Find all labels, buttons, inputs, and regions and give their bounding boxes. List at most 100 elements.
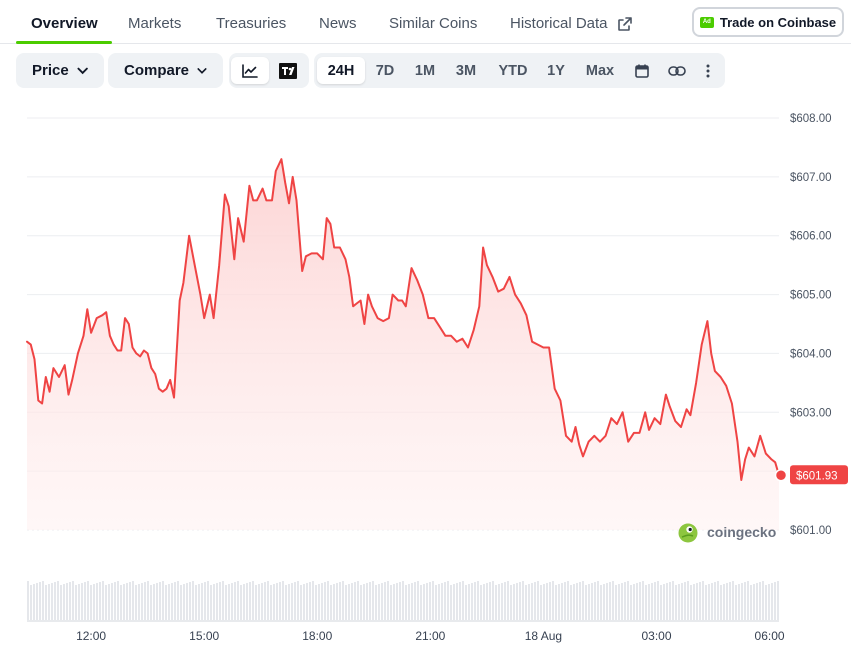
- volume-bar: [51, 583, 53, 620]
- volume-bar: [702, 581, 704, 620]
- price-point: [388, 317, 390, 319]
- price-point: [740, 479, 742, 481]
- price-point: [173, 397, 175, 399]
- volume-bar: [417, 581, 419, 620]
- price-point: [363, 323, 365, 325]
- price-point: [169, 379, 171, 381]
- volume-bar: [456, 583, 458, 620]
- price-point: [83, 335, 85, 337]
- price-point: [559, 400, 561, 402]
- volume-bar: [687, 581, 689, 620]
- volume-bar: [648, 584, 650, 620]
- volume-bar: [738, 584, 740, 620]
- price-point: [301, 270, 303, 272]
- volume-bar: [255, 585, 257, 620]
- price-point: [503, 288, 505, 290]
- price-point: [444, 335, 446, 337]
- price-chart[interactable]: $608.00 $607.00 $606.00 $605.00 $604.00 $603.…: [0, 0, 851, 648]
- volume-bar: [201, 583, 203, 620]
- volume-bar: [273, 584, 275, 620]
- price-point: [689, 414, 691, 416]
- price-point: [256, 199, 258, 201]
- price-point: [139, 355, 141, 357]
- volume-bar: [90, 585, 92, 620]
- volume-bar: [291, 583, 293, 620]
- volume-bar: [612, 581, 614, 620]
- price-point: [669, 405, 671, 407]
- volume-bar: [627, 581, 629, 620]
- volume-bar: [114, 582, 116, 620]
- volume-bar: [567, 581, 569, 620]
- y-tick-label: $604.00: [790, 348, 832, 360]
- volume-bar: [501, 583, 503, 620]
- price-point: [162, 391, 164, 393]
- volume-bar: [45, 585, 47, 620]
- volume-bar: [669, 582, 671, 620]
- volume-bar: [372, 581, 374, 620]
- volume-bar: [735, 585, 737, 620]
- price-point: [109, 335, 111, 337]
- price-point: [439, 326, 441, 328]
- volume-bar: [351, 583, 353, 620]
- volume-bar: [381, 583, 383, 620]
- volume-bar: [510, 585, 512, 620]
- volume-bar: [234, 582, 236, 620]
- volume-bar: [741, 583, 743, 620]
- volume-bar: [480, 585, 482, 620]
- price-point: [542, 347, 544, 349]
- volume-bar: [759, 582, 761, 620]
- volume-bar: [486, 583, 488, 620]
- current-price-tag: $601.93: [774, 465, 848, 485]
- volume-bar: [717, 581, 719, 620]
- volume-bar: [693, 584, 695, 620]
- volume-bar: [156, 583, 158, 620]
- volume-bar: [360, 585, 362, 620]
- volume-bar: [225, 585, 227, 620]
- volume-bar: [129, 582, 131, 620]
- volume-bar: [678, 584, 680, 620]
- price-point: [525, 314, 527, 316]
- volume-bar: [384, 582, 386, 620]
- volume-bar: [684, 582, 686, 620]
- price-point: [578, 444, 580, 446]
- volume-bar: [366, 583, 368, 620]
- price-point: [37, 400, 39, 402]
- price-point: [714, 370, 716, 372]
- volume-bar: [672, 581, 674, 620]
- price-point: [367, 294, 369, 296]
- price-point: [627, 441, 629, 443]
- price-point: [228, 205, 230, 207]
- volume-bar: [450, 585, 452, 620]
- volume-bar: [528, 584, 530, 620]
- price-point: [243, 241, 245, 243]
- volume-bar: [378, 584, 380, 620]
- price-point: [725, 385, 727, 387]
- volume-bar: [138, 584, 140, 620]
- volume-bar: [240, 585, 242, 620]
- price-point: [605, 435, 607, 437]
- price-point: [143, 349, 145, 351]
- volume-bar: [261, 583, 263, 620]
- volume-bar: [564, 582, 566, 620]
- volume-bar: [573, 584, 575, 620]
- volume-bar: [279, 582, 281, 620]
- price-point: [659, 423, 661, 425]
- price-point: [565, 435, 567, 437]
- volume-bar: [159, 582, 161, 620]
- volume-bar: [243, 584, 245, 620]
- volume-bar: [438, 584, 440, 620]
- price-point: [377, 317, 379, 319]
- price-point: [124, 317, 126, 319]
- price-point: [265, 199, 267, 201]
- volume-bar: [192, 581, 194, 620]
- volume-bar: [252, 581, 254, 620]
- price-point: [765, 452, 767, 454]
- volume-bar: [696, 583, 698, 620]
- volume-bar: [246, 583, 248, 620]
- volume-bar: [726, 583, 728, 620]
- volume-bar: [432, 581, 434, 620]
- volume-bar: [408, 584, 410, 620]
- price-point: [686, 408, 688, 410]
- price-point: [305, 255, 307, 257]
- volume-bar: [99, 582, 101, 620]
